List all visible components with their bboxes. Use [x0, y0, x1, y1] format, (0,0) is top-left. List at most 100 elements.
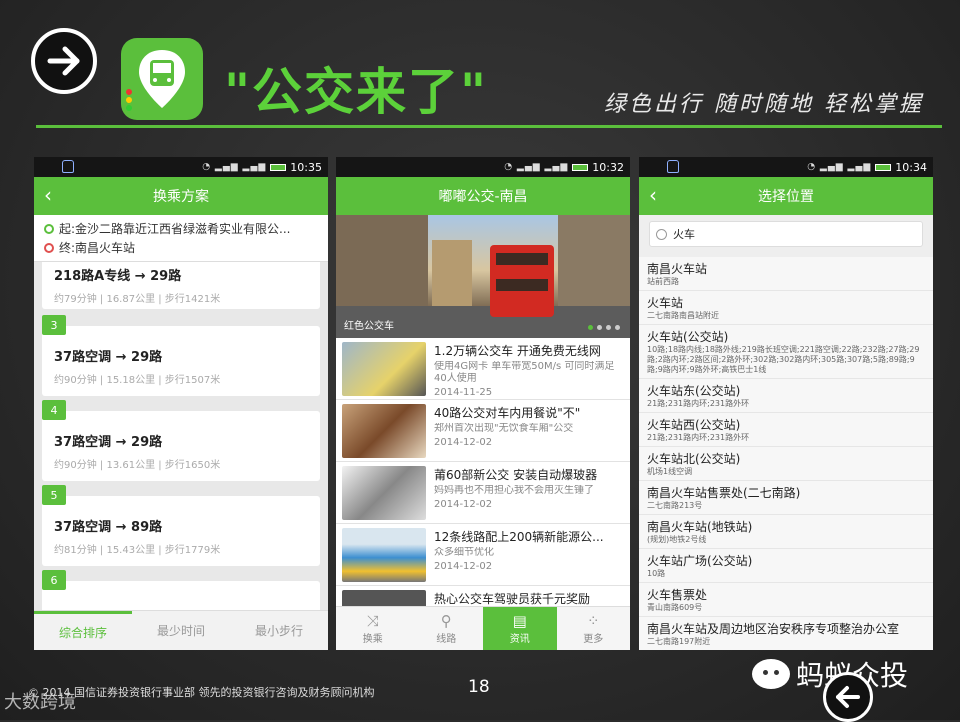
location-name: 南昌火车站及周边地区治安秩序专项整治办公室	[647, 622, 900, 636]
app-bar: 嘟嘟公交-南昌	[336, 177, 630, 215]
previous-arrow-button[interactable]	[823, 672, 873, 722]
tab-lines[interactable]: ⚲ 线路	[410, 607, 484, 650]
screen-title: 换乘方案	[153, 189, 209, 205]
location-address: 21路;231路内环;231路外环	[647, 399, 750, 408]
tab-label: 线路	[436, 634, 457, 645]
location-item[interactable]: 南昌火车站及周边地区治安秩序专项整治办公室 二七南路197附近	[639, 617, 933, 650]
status-bar: ◔ ▂▄▆ ▂▄▆ 10:32	[336, 157, 630, 177]
location-name: 火车站西(公交站)	[647, 418, 741, 432]
news-date: 2014-11-25	[434, 387, 493, 395]
search-value: 火车	[673, 228, 695, 241]
location-item[interactable]: 南昌火车站(地铁站) (规划)地铁2号线	[639, 515, 933, 549]
location-item[interactable]: 火车站东(公交站) 21路;231路内环;231路外环	[639, 379, 933, 413]
route-summary: 起:金沙二路靠近江西省绿滋肴实业有限公... 终:南昌火车站	[34, 215, 328, 262]
news-item[interactable]: 40路公交对车内用餐说"不" 郑州首次出现"无饮食车厢"公交 2014-12-0…	[336, 400, 630, 462]
location-item[interactable]: 火车站北(公交站) 机场1线空调	[639, 447, 933, 481]
location-address: 10路	[647, 569, 666, 578]
app-bar: ‹ 换乘方案	[34, 177, 328, 215]
bottom-nav: ⤨ 换乘 ⚲ 线路 ▤ 资讯 ⁘ 更多	[336, 606, 630, 650]
plan-item[interactable]: 218路A专线 → 29路 约79分钟 | 16.87公里 | 步行1421米	[42, 262, 320, 309]
news-item[interactable]: 12条线路配上200辆新能源公... 众多细节优化 2014-12-02	[336, 524, 630, 586]
news-item[interactable]: 莆60部新公交 安装自动爆玻器 妈妈再也不用担心我不会用灭生锤了 2014-12…	[336, 462, 630, 524]
bus-image	[490, 245, 554, 317]
phone-transfer-plans: ◔ ▂▄▆ ▂▄▆ 10:35 ‹ 换乘方案 起:金沙二路靠近江西省绿滋肴实业有…	[34, 157, 328, 650]
battery-icon	[572, 163, 589, 171]
news-summary: 使用4G网卡 单车带宽50M/s 可同时满足40人使用	[434, 361, 615, 384]
news-thumbnail	[342, 342, 426, 396]
plan-route: 37路空调 → 29路	[54, 350, 163, 365]
tab-least-walk[interactable]: 最小步行	[230, 611, 328, 650]
arrow-left-icon	[836, 686, 860, 708]
plan-route: 37路空调 → 89路	[54, 520, 163, 535]
search-icon	[656, 228, 667, 240]
destination-row[interactable]: 终:南昌火车站	[44, 238, 318, 257]
status-time: 10:35	[290, 160, 322, 174]
grid-icon: ⁘	[586, 612, 600, 630]
location-name: 南昌火车站(地铁站)	[647, 520, 753, 534]
location-item[interactable]: 火车站(公交站) 10路;18路内线;18路外线;219路长班空调;221路空调;…	[639, 325, 933, 379]
location-item[interactable]: 南昌火车站售票处(二七南路) 二七南路213号	[639, 481, 933, 515]
news-headline: 热心公交车驾驶员获千元奖励	[434, 592, 591, 606]
search-input[interactable]: 火车	[649, 221, 923, 247]
next-arrow-button[interactable]	[31, 28, 97, 94]
tab-label: 换乘	[362, 634, 383, 645]
banner-caption: 红色公交车	[344, 321, 394, 332]
plan-route: 218路A专线 → 29路	[54, 269, 182, 284]
origin-row[interactable]: 起:金沙二路靠近江西省绿滋肴实业有限公...	[44, 219, 318, 238]
location-item[interactable]: 火车售票处 青山南路609号	[639, 583, 933, 617]
news-summary: 郑州首次出现"无饮食车厢"公交	[434, 423, 574, 434]
origin-text: 起:金沙二路靠近江西省绿滋肴实业有限公...	[59, 222, 291, 236]
destination-text: 终:南昌火车站	[59, 241, 136, 255]
plan-number: 5	[42, 485, 66, 505]
bus-app-icon	[121, 38, 203, 120]
tab-overall-sort[interactable]: 综合排序	[34, 611, 132, 650]
news-thumbnail	[342, 404, 426, 458]
origin-dot-icon	[44, 223, 54, 234]
slogan: 绿色出行 随时随地 轻松掌握	[604, 92, 924, 117]
plan-meta: 约90分钟 | 13.61公里 | 步行1650米	[54, 460, 221, 471]
location-item[interactable]: 火车站广场(公交站) 10路	[639, 549, 933, 583]
plan-item[interactable]: 5 37路空调 → 89路 约81分钟 | 15.43公里 | 步行1779米	[42, 485, 320, 566]
plan-number: 6	[42, 570, 66, 590]
tab-label: 资讯	[509, 634, 530, 645]
status-time: 10:34	[895, 160, 927, 174]
location-address: 二七南路197附近	[647, 637, 711, 646]
location-name: 火车站(公交站)	[647, 330, 729, 344]
wechat-icon	[752, 659, 790, 689]
location-item[interactable]: 火车站 二七南路南昌站附近	[639, 291, 933, 325]
news-headline: 12条线路配上200辆新能源公...	[434, 530, 604, 544]
signal-icon: ◔ ▂▄▆ ▂▄▆	[202, 162, 267, 172]
back-icon[interactable]: ‹	[44, 183, 52, 207]
location-item[interactable]: 火车站西(公交站) 21路;231路内环;231路外环	[639, 413, 933, 447]
tab-news[interactable]: ▤ 资讯	[483, 607, 557, 650]
news-date: 2014-12-02	[434, 437, 493, 448]
location-name: 火车站东(公交站)	[647, 384, 741, 398]
location-item[interactable]: 南昌火车站 站前西路	[639, 257, 933, 291]
plan-list: 218路A专线 → 29路 约79分钟 | 16.87公里 | 步行1421米 …	[34, 262, 328, 618]
signal-icon: ◔ ▂▄▆ ▂▄▆	[504, 162, 569, 172]
back-icon[interactable]: ‹	[649, 183, 657, 207]
tab-transfer[interactable]: ⤨ 换乘	[336, 607, 410, 650]
location-address: 10路;18路内线;18路外线;219路长班空调;221路空调;22路;232路…	[647, 345, 920, 374]
plan-item[interactable]: 3 37路空调 → 29路 约90分钟 | 15.18公里 | 步行1507米	[42, 315, 320, 396]
location-address: 21路;231路内环;231路外环	[647, 433, 750, 442]
notification-icon	[62, 160, 74, 173]
plan-meta: 约79分钟 | 16.87公里 | 步行1421米	[54, 294, 221, 305]
tab-least-time[interactable]: 最少时间	[132, 611, 230, 650]
page-title: "公交来了"	[224, 63, 489, 121]
plan-meta: 约81分钟 | 15.43公里 | 步行1779米	[54, 545, 221, 556]
destination-dot-icon	[44, 242, 54, 253]
banner-image[interactable]: 红色公交车	[336, 215, 630, 338]
location-address: (规划)地铁2号线	[647, 535, 707, 544]
news-item[interactable]: 1.2万辆公交车 开通免费无线网 使用4G网卡 单车带宽50M/s 可同时满足4…	[336, 338, 630, 400]
plan-number: 3	[42, 315, 66, 335]
news-list: 1.2万辆公交车 开通免费无线网 使用4G网卡 单车带宽50M/s 可同时满足4…	[336, 338, 630, 648]
plan-item[interactable]: 4 37路空调 → 29路 约90分钟 | 13.61公里 | 步行1650米	[42, 400, 320, 481]
footer-text: © 2014 国信证券投资银行事业部 领先的投资银行咨询及财务顾问机构	[28, 686, 375, 699]
news-thumbnail	[342, 528, 426, 582]
tab-more[interactable]: ⁘ 更多	[557, 607, 631, 650]
news-summary: 妈妈再也不用担心我不会用灭生锤了	[434, 485, 594, 496]
divider	[36, 125, 942, 128]
notification-icon	[667, 160, 679, 173]
battery-icon	[875, 163, 892, 171]
